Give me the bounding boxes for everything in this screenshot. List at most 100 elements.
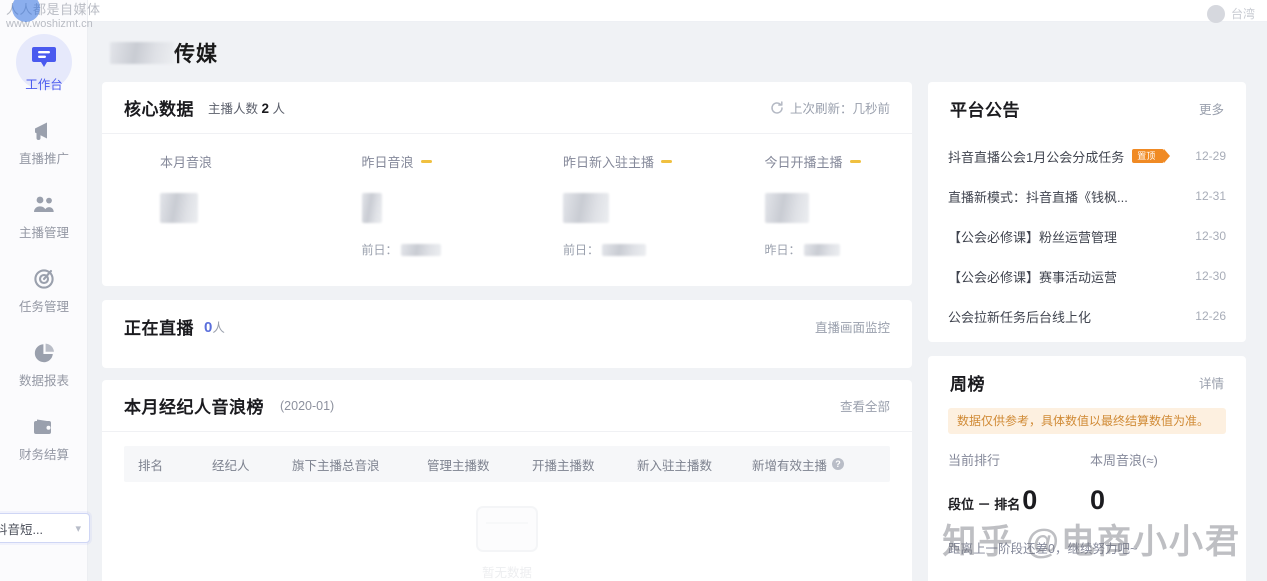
metrics-row: 本月音浪 昨日音浪 前日： 昨日新入驻主播 前日： 今日开播主播 昨日：	[102, 134, 912, 258]
sidebar-item-data-report[interactable]: 数据报表	[0, 326, 88, 400]
sidebar-item-anchor-management[interactable]: 主播管理	[0, 178, 88, 252]
sidebar-item-finance-settlement[interactable]: 财务结算	[0, 400, 88, 474]
redacted-sub-value	[602, 243, 647, 256]
weekly-rank-title: 周榜	[950, 374, 985, 394]
live-now-header-right: 直播画面监控	[815, 317, 890, 336]
agent-rank-header-right: 查看全部	[840, 396, 890, 415]
rank-table-header: 排名 经纪人 旗下主播总音浪 管理主播数 开播主播数 新入驻主播数 新增有效主播…	[124, 446, 890, 482]
users-icon	[29, 190, 59, 220]
avatar[interactable]	[1206, 4, 1225, 23]
announcement-date: 12-26	[1195, 309, 1226, 323]
target-icon	[29, 264, 59, 294]
sidebar-item-task-management[interactable]: 任务管理	[0, 252, 88, 326]
weekly-rank-header: 周榜 详情	[928, 356, 1246, 408]
weekly-rank-header-right: 详情	[1199, 373, 1224, 392]
weekly-col-wave-label: 本周音浪(≈)	[1090, 453, 1158, 468]
metric-label-wrap: 昨日新入驻主播	[563, 152, 711, 171]
core-data-header-right: 上次刷新：几秒前	[770, 98, 890, 117]
sidebar-item-live-promotion[interactable]: 直播推广	[0, 104, 88, 178]
weekly-rank-value: 0	[1022, 485, 1038, 515]
metric-yesterday-new-anchors: 昨日新入驻主播 前日：	[509, 152, 711, 258]
weekly-wave-value: 0	[1090, 485, 1106, 515]
page-title-suffix: 传媒	[174, 43, 218, 66]
column-header-managed-anchors: 管理主播数	[427, 458, 490, 473]
announcement-text: 【公会必修课】赛事活动运营	[948, 269, 1118, 285]
live-now-count: 0人	[204, 317, 225, 336]
metric-label-wrap: 今日开播主播	[765, 152, 913, 171]
list-item[interactable]: 【公会必修课】赛事活动运营 12-30	[948, 256, 1226, 296]
announcement-card: 平台公告 更多 抖音直播公会1月公会分成任务 置顶 12-29 直播新模式：抖音…	[928, 82, 1246, 342]
live-now-title: 正在直播	[124, 318, 194, 338]
announcement-date: 12-30	[1195, 229, 1226, 243]
page-body: 传媒 核心数据 主播人数 2 人 上次刷新：几秒前 本月音浪 昨日音浪 前日： …	[88, 22, 1267, 581]
metric-subline: 昨日：	[765, 241, 913, 258]
sidebar-item-workbench[interactable]: 工作台	[0, 30, 88, 104]
empty-state-text: 暂无数据	[481, 566, 532, 580]
column-header-new-valid-anchors: 新增有效主播 ?	[752, 455, 882, 474]
topbar: 台湾	[88, 0, 1267, 23]
weekly-col-rank-label: 当前排行	[948, 453, 1001, 468]
list-item[interactable]: 【公会必修课】粉丝运营管理 12-30	[948, 216, 1226, 256]
metric-sub-label: 昨日：	[764, 243, 801, 257]
announcement-list: 抖音直播公会1月公会分成任务 置顶 12-29 直播新模式：抖音直播《钱枫...…	[928, 134, 1246, 336]
list-item[interactable]: 直播新模式：抖音直播《钱枫... 12-31	[948, 176, 1226, 216]
announcement-date: 12-29	[1195, 149, 1226, 163]
metric-value	[160, 193, 308, 227]
announcement-text: 抖音直播公会1月公会分成任务	[948, 149, 1125, 165]
column-header-total-wave: 旗下主播总音浪	[292, 458, 380, 473]
trend-flat-icon	[849, 160, 861, 163]
metric-sub-label: 前日：	[563, 243, 600, 257]
agent-rank-title: 本月经纪人音浪榜	[124, 398, 264, 417]
anchor-count-unit: 人	[272, 102, 286, 116]
column-header-agent: 经纪人	[212, 458, 250, 473]
live-now-card: 正在直播 0人 直播画面监控	[102, 300, 912, 368]
metric-label: 本月音浪	[160, 155, 213, 170]
announcement-date: 12-30	[1195, 269, 1226, 283]
announcement-text: 公会拉新任务后台线上化	[948, 309, 1092, 325]
page-title: 传媒	[110, 38, 218, 68]
sidebar: 工作台 直播推广 主播管理 任务管理 数据报表 财务结算 抖音短... ▾	[0, 0, 90, 581]
metric-value	[563, 193, 711, 227]
list-item[interactable]: 抖音直播公会1月公会分成任务 置顶 12-29	[948, 136, 1226, 176]
redacted-value	[361, 193, 382, 223]
view-all-link[interactable]: 查看全部	[840, 396, 890, 415]
agent-rank-month: (2020-01)	[280, 398, 335, 413]
sidebar-label: 主播管理	[18, 226, 69, 241]
status-badge: 置顶	[1132, 149, 1171, 163]
live-monitor-link[interactable]: 直播画面监控	[815, 317, 890, 336]
column-header-rank: 排名	[138, 458, 164, 473]
metric-label: 今日开播主播	[764, 155, 843, 170]
anchor-count: 主播人数 2 人	[208, 98, 285, 117]
metric-today-live-anchors: 今日开播主播 昨日：	[711, 152, 913, 258]
organization-select[interactable]: 抖音短... ▾	[0, 513, 90, 543]
metric-value	[764, 193, 913, 227]
weekly-notice: 数据仅供参考，具体数值以最终结算数值为准。	[948, 408, 1226, 434]
live-now-header: 正在直播 0人 直播画面监控	[102, 300, 912, 352]
weekly-footer-text: 距离上一阶段还差0，继续努力吧~	[948, 542, 1138, 556]
weekly-tier-rank: 段位 － 排名0	[948, 487, 1090, 514]
metric-yesterday-wave: 昨日音浪 前日：	[308, 152, 510, 258]
core-data-card: 核心数据 主播人数 2 人 上次刷新：几秒前 本月音浪 昨日音浪 前日： 昨日新…	[102, 82, 912, 286]
redacted-sub-value	[803, 243, 840, 256]
trend-flat-icon	[420, 160, 432, 163]
weekly-tier-prefix: 段位 － 排名	[948, 497, 1021, 512]
sidebar-label: 直播推广	[18, 152, 69, 167]
chevron-down-icon: ▾	[75, 522, 81, 535]
refresh-icon[interactable]	[770, 100, 784, 115]
announcement-more-link[interactable]: 更多	[1199, 99, 1224, 118]
column-header-label: 新增有效主播	[752, 458, 828, 473]
live-count-unit: 人	[212, 320, 225, 335]
weekly-columns: 当前排行 本周音浪(≈)	[928, 434, 1246, 469]
sidebar-label: 财务结算	[18, 448, 69, 463]
redacted-sub-value	[400, 243, 441, 256]
agent-rank-header: 本月经纪人音浪榜 (2020-01) 查看全部	[102, 380, 912, 432]
help-icon[interactable]: ?	[832, 458, 845, 470]
wallet-icon	[29, 412, 59, 442]
weekly-detail-link[interactable]: 详情	[1199, 373, 1224, 392]
column-header-new-anchors: 新入驻主播数	[637, 458, 713, 473]
workbench-icon	[29, 42, 59, 72]
list-item[interactable]: 公会拉新任务后台线上化 12-26	[948, 296, 1226, 336]
topbar-user-label[interactable]: 台湾	[1231, 5, 1255, 22]
redacted-company-name	[110, 42, 174, 64]
megaphone-icon	[29, 116, 59, 146]
